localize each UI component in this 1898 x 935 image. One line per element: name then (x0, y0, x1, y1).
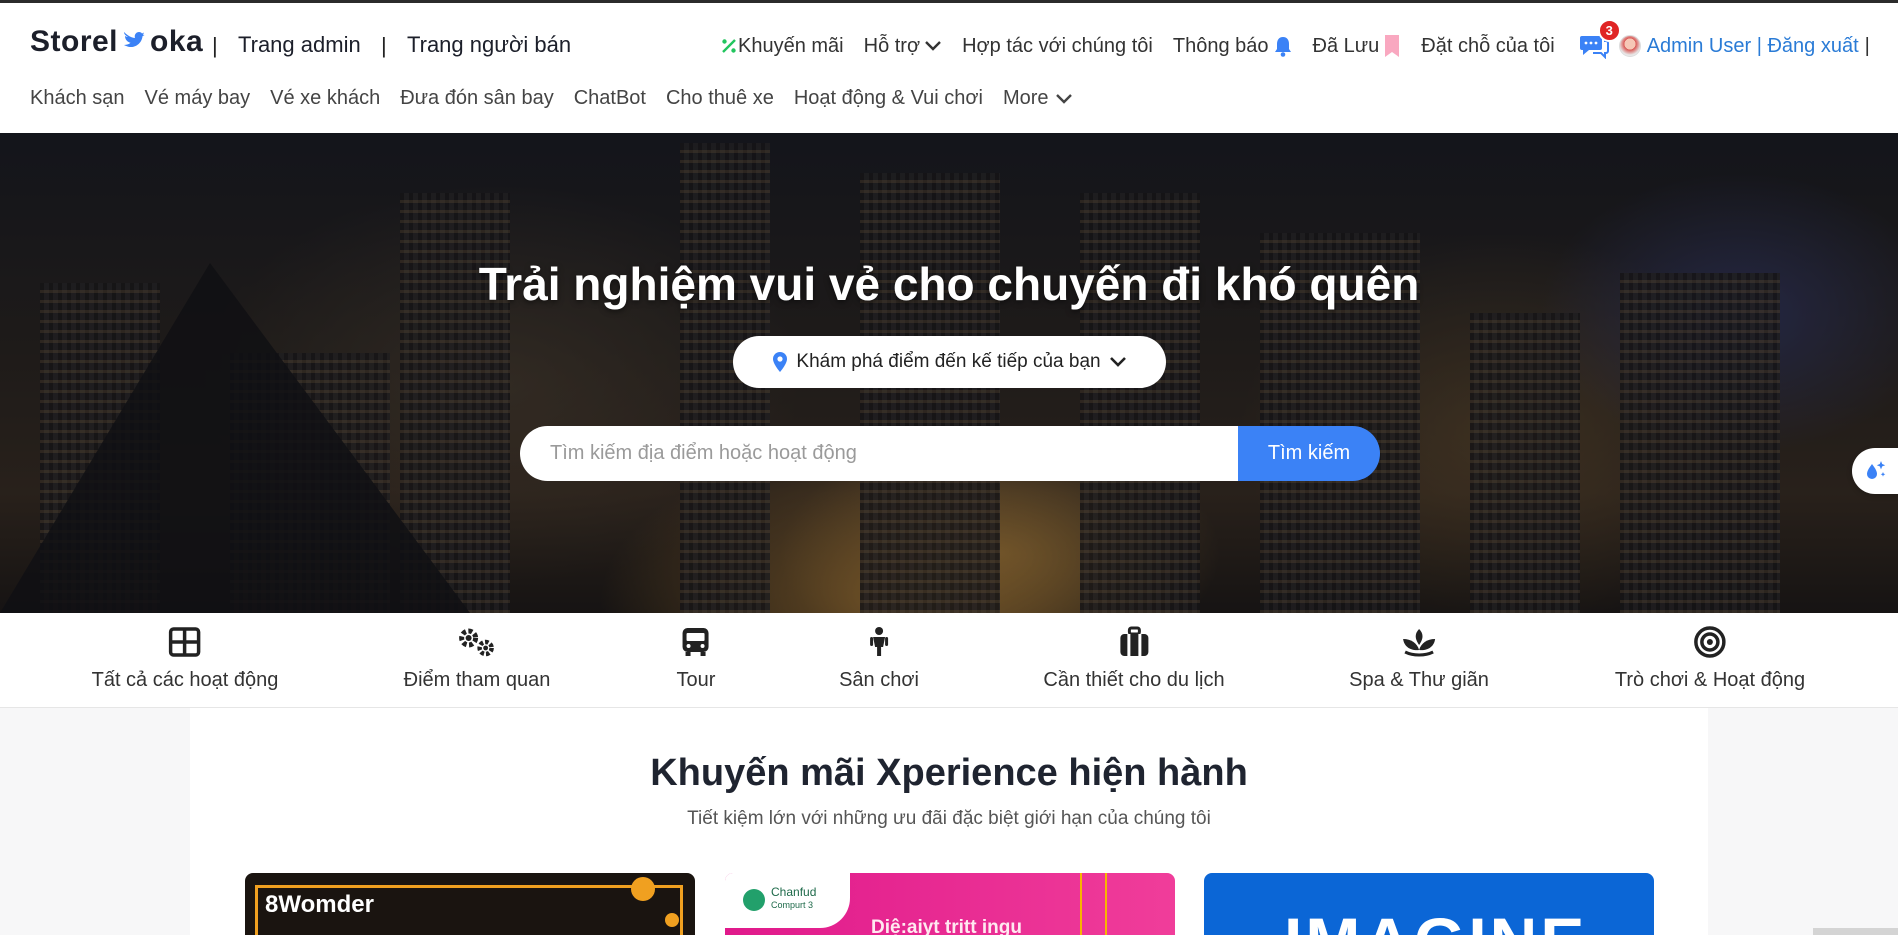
hero-banner: Trải nghiệm vui vẻ cho chuyến đi khó quê… (0, 133, 1898, 613)
spa-icon (1403, 629, 1435, 657)
admin-page-link[interactable]: Trang admin (238, 32, 361, 58)
promotions-label: Khuyến mãi (738, 34, 844, 57)
bird-icon (122, 25, 146, 59)
nav-more-dropdown[interactable]: More (1003, 87, 1073, 110)
chevron-down-icon (1055, 93, 1072, 104)
category-label: Tất cả các hoạt động (91, 669, 279, 691)
header-separator: | (1864, 34, 1870, 57)
site-header: Storel oka | Trang admin | Trang người b… (0, 3, 1898, 133)
category-label: Điểm tham quan (403, 669, 551, 691)
gears-icon (459, 628, 495, 657)
my-bookings-link[interactable]: Đặt chỗ của tôi (1421, 35, 1554, 58)
nav-bus-tickets[interactable]: Vé xe khách (270, 87, 380, 110)
card-brand: Chanfud (771, 885, 817, 899)
category-spa[interactable]: Spa & Thư giãn (1349, 625, 1489, 692)
search-button[interactable]: Tìm kiếm (1238, 426, 1380, 481)
partner-label: Hợp tác với chúng tôi (962, 34, 1153, 57)
promotions-section: Khuyến mãi Xperience hiện hành Tiết kiệm… (190, 708, 1708, 935)
category-label: Trò chơi & Hoạt động (1614, 669, 1806, 691)
card-decoration (1080, 873, 1082, 935)
child-icon (869, 627, 888, 656)
nav-hotels[interactable]: Khách sạn (30, 87, 125, 110)
location-pin-icon (773, 352, 788, 372)
category-label: Spa & Thư giãn (1349, 669, 1489, 691)
target-icon (1694, 626, 1726, 658)
category-bar: Tất cả các hoạt động Điểm tham quan Tour… (0, 613, 1898, 708)
nav-flights[interactable]: Vé máy bay (145, 87, 251, 110)
hero-title: Trải nghiệm vui vẻ cho chuyến đi khó quê… (478, 258, 1420, 310)
chevron-down-icon (1109, 357, 1126, 367)
category-playground[interactable]: Sân chơi (839, 625, 919, 692)
category-label: Tour (676, 669, 716, 691)
card-text: Diệ:aiyt tritt ingu (871, 917, 1022, 935)
header-separator: | (212, 33, 218, 58)
saved-label: Đã Lưu (1312, 34, 1380, 57)
saved-link[interactable]: Đã Lưu (1313, 34, 1402, 58)
avatar (1618, 35, 1641, 57)
scrollbar-thumb[interactable] (1813, 928, 1898, 935)
bell-icon (1274, 37, 1291, 57)
card-headline: IMAGINE (1284, 903, 1587, 935)
chat-button[interactable]: 3 (1575, 19, 1621, 59)
top-right-menu: Khuyến mãi Hỗ trợ Hợp tác với chúng tôi … (716, 19, 1870, 59)
user-logout-link[interactable]: Admin User | Đăng xuất (1647, 35, 1859, 58)
category-label: Cần thiết cho du lịch (1043, 669, 1225, 691)
category-all-activities[interactable]: Tất cả các hoạt động (91, 625, 279, 692)
section-subtitle: Tiết kiệm lớn với những ưu đãi đặc biệt … (687, 808, 1211, 829)
floating-assistant-button[interactable] (1852, 448, 1898, 494)
section-title: Khuyến mãi Xperience hiện hành (650, 752, 1248, 794)
destination-label: Khám phá điểm đến kế tiếp của bạn (796, 351, 1101, 372)
nav-chatbot[interactable]: ChatBot (574, 87, 646, 110)
support-label: Hỗ trợ (863, 34, 921, 57)
seller-page-link[interactable]: Trang người bán (407, 32, 571, 58)
nav-more-label: More (1002, 87, 1049, 109)
card-brand-sub: Compurt 3 (771, 900, 814, 910)
notifications-link[interactable]: Thông báo (1173, 35, 1293, 58)
nav-activities[interactable]: Hoạt động & Vui chơi (794, 87, 983, 110)
my-bookings-label: Đặt chỗ của tôi (1421, 34, 1555, 57)
percent-icon (722, 39, 736, 53)
chat-badge: 3 (1597, 19, 1621, 42)
bookmark-icon (1385, 35, 1400, 57)
category-games-activities[interactable]: Trò chơi & Hoạt động (1615, 625, 1805, 692)
category-travel-essentials[interactable]: Cần thiết cho du lịch (1043, 625, 1225, 692)
grid-icon (169, 627, 201, 657)
category-label: Sân chơi (839, 669, 919, 691)
support-dropdown[interactable]: Hỗ trợ (864, 35, 942, 58)
card-decoration (1105, 873, 1107, 935)
nav-airport-transfer[interactable]: Đưa đón sân bay (400, 87, 554, 110)
promotions-link[interactable]: Khuyến mãi (716, 35, 844, 58)
promo-card[interactable]: IMAGINE (1204, 873, 1654, 935)
card-logo-icon (743, 889, 765, 911)
sparkle-drop-icon (1867, 461, 1886, 479)
card-decoration (665, 913, 679, 927)
promo-card[interactable]: 8Womder (245, 873, 695, 935)
suitcase-icon (1119, 626, 1148, 656)
promo-card[interactable]: Chanfud Compurt 3 Diệ:aiyt tritt ingu (725, 873, 1175, 935)
logo-text-right: oka (150, 25, 204, 58)
card-decoration (631, 877, 655, 901)
destination-dropdown[interactable]: Khám phá điểm đến kế tiếp của bạn (733, 336, 1166, 388)
site-logo[interactable]: Storel oka (30, 25, 203, 59)
logo-text-left: Storel (30, 25, 119, 58)
nav-car-rental[interactable]: Cho thuê xe (666, 87, 774, 110)
card-brand: 8Womder (265, 891, 374, 918)
notifications-label: Thông báo (1172, 34, 1269, 57)
category-attractions[interactable]: Điểm tham quan (403, 625, 551, 692)
bus-icon (683, 628, 709, 656)
chevron-down-icon (925, 41, 941, 51)
category-tour[interactable]: Tour (676, 625, 716, 692)
header-separator: | (381, 33, 387, 58)
user-menu[interactable]: Admin User | Đăng xuất (1618, 35, 1859, 58)
main-nav: Khách sạn Vé máy bay Vé xe khách Đưa đón… (30, 87, 1093, 110)
partner-link[interactable]: Hợp tác với chúng tôi (962, 35, 1153, 58)
search-input[interactable] (520, 426, 1238, 481)
